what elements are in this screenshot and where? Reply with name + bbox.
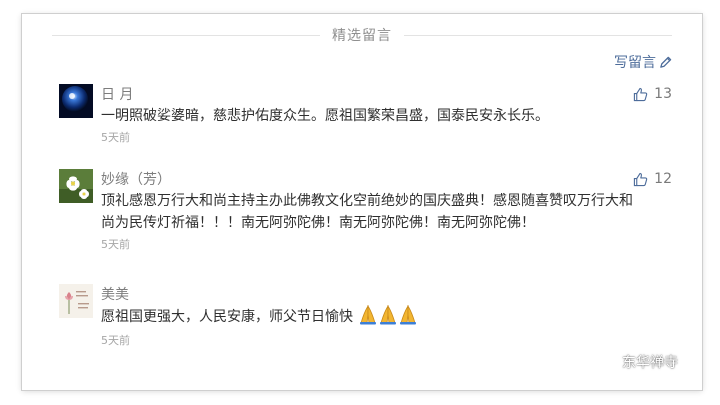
comment-author[interactable]: 日 月: [101, 84, 133, 104]
write-comment-link[interactable]: 写留言: [614, 52, 672, 72]
comment-item: 日 月 一明照破娑婆暗，慈悲护佑度众生。愿祖国繁荣昌盛，国泰民安永长乐。 5天前…: [59, 84, 672, 144]
comment-text: 一明照破娑婆暗，慈悲护佑度众生。愿祖国繁荣昌盛，国泰民安永长乐。: [101, 108, 549, 124]
like-count: 12: [654, 171, 672, 187]
thumbs-up-icon: [634, 172, 648, 186]
like-button[interactable]: 13: [633, 86, 672, 102]
watermark: 东华禅寺: [597, 352, 678, 372]
watermark-text: 东华禅寺: [622, 355, 678, 371]
section-header: 精选留言: [52, 24, 672, 46]
comment-author[interactable]: 美美: [101, 284, 129, 304]
pencil-icon: [660, 56, 672, 68]
comment-text: 顶礼感恩万行大和尚主持主办此佛教文化空前绝妙的国庆盛典！感恩随喜赞叹万行大和尚为…: [101, 193, 633, 231]
avatar[interactable]: [59, 284, 93, 318]
featured-comments-card: 精选留言 写留言 日 月 一明照破娑婆暗，慈悲护佑度众生。愿祖国繁荣昌盛，国泰民…: [22, 14, 702, 390]
section-title: 精选留言: [332, 28, 392, 44]
white-flower-avatar-icon: [59, 169, 93, 203]
comment-text-content: 愿祖国更强大，人民安康，师父节日愉快: [101, 309, 353, 325]
comment-text: 愿祖国更强大，人民安康，师父节日愉快: [101, 304, 672, 328]
comment-author[interactable]: 妙缘（芳）: [101, 169, 171, 189]
write-comment-label: 写留言: [614, 55, 656, 71]
thumbs-up-icon: [634, 87, 648, 101]
like-count: 13: [654, 86, 672, 102]
avatar[interactable]: [59, 169, 93, 203]
blue-sphere-avatar-icon: [59, 84, 93, 118]
like-button[interactable]: 12: [633, 171, 672, 187]
comment-time: 5天前: [101, 238, 130, 251]
comment-time: 5天前: [101, 131, 130, 144]
avatar[interactable]: [59, 84, 93, 118]
comment-item: 妙缘（芳） 顶礼感恩万行大和尚主持主办此佛教文化空前绝妙的国庆盛典！感恩随喜赞叹…: [59, 169, 672, 254]
praying-hands-emoji-icon: [360, 304, 417, 325]
divider-left: [52, 34, 320, 36]
divider-right: [404, 34, 672, 36]
lotus-painting-avatar-icon: [59, 284, 93, 318]
comment-time: 5天前: [101, 334, 130, 347]
wechat-icon: [597, 354, 616, 369]
comment-item: 美美 愿祖国更强大，人民安康，师父节日愉快 5天前: [59, 284, 672, 349]
